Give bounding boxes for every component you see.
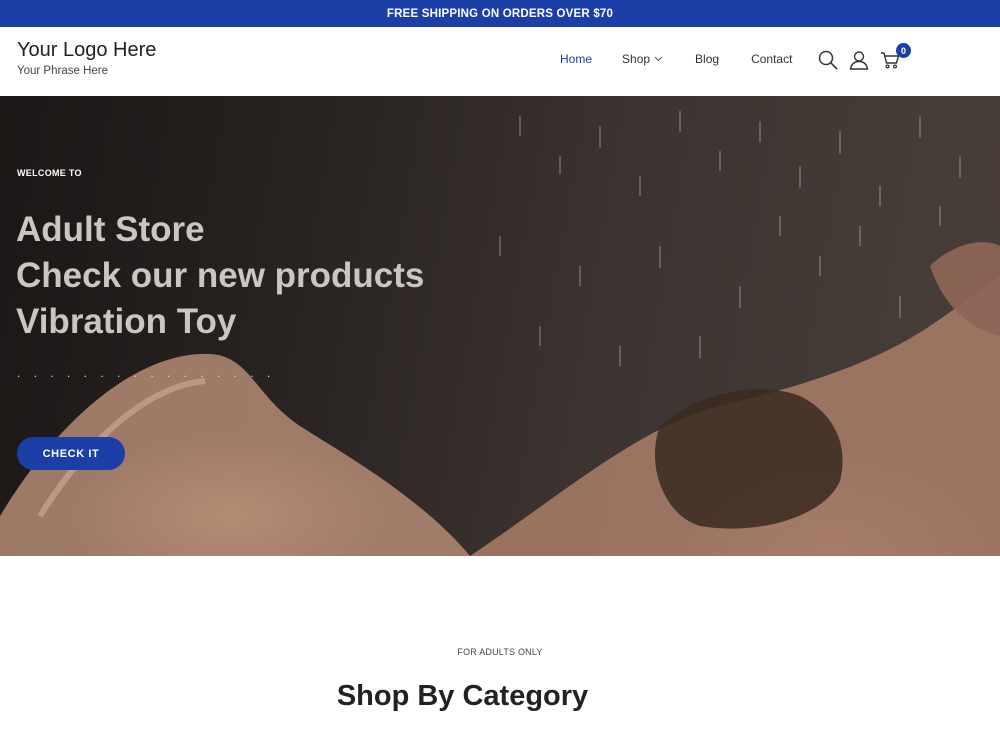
announcement-bar: FREE SHIPPING ON ORDERS OVER $70	[0, 0, 1000, 27]
hero-heading-line: Vibration Toy	[16, 302, 237, 341]
nav-contact-label: Contact	[751, 52, 793, 66]
chevron-down-icon	[654, 56, 663, 62]
header-icons: 0	[818, 43, 911, 70]
nav-shop[interactable]: Shop	[622, 52, 663, 66]
section-kicker: FOR ADULTS ONLY	[457, 647, 543, 657]
nav-blog[interactable]: Blog	[695, 52, 719, 66]
logo-phrase: Your Phrase Here	[17, 65, 108, 77]
nav-home-label: Home	[560, 52, 593, 66]
announcement-text: FREE SHIPPING ON ORDERS OVER $70	[386, 7, 614, 20]
logo[interactable]: Your Logo Here Your Phrase Here	[17, 38, 156, 77]
user-icon[interactable]	[849, 50, 869, 70]
check-it-button[interactable]: CHECK IT	[17, 437, 125, 470]
nav-contact[interactable]: Contact	[751, 52, 792, 66]
hero-dotted-divider: . . . . . . . . . . . . . . . .	[17, 366, 276, 380]
hero-heading: Adult Store Check our new products Vibra…	[16, 207, 424, 345]
hero-heading-line: Adult Store	[16, 210, 205, 249]
search-icon[interactable]	[818, 50, 838, 70]
section-title: Shop By Category	[336, 680, 589, 712]
hero-banner: WELCOME TO Adult Store Check our new pro…	[0, 96, 1000, 556]
hero-heading-line: Check our new products	[16, 256, 425, 295]
cart-count-badge: 0	[896, 43, 911, 58]
logo-title: Your Logo Here	[17, 39, 157, 61]
nav-blog-label: Blog	[695, 52, 720, 66]
nav-shop-label: Shop	[622, 52, 651, 66]
site-header: Your Logo Here Your Phrase Here Home Sho…	[0, 27, 1000, 96]
hero-welcome-text: WELCOME TO	[17, 168, 82, 178]
cart-icon[interactable]: 0	[880, 43, 911, 70]
nav-home[interactable]: Home	[560, 52, 592, 66]
main-nav: Home Shop Blog Contact	[560, 52, 792, 66]
